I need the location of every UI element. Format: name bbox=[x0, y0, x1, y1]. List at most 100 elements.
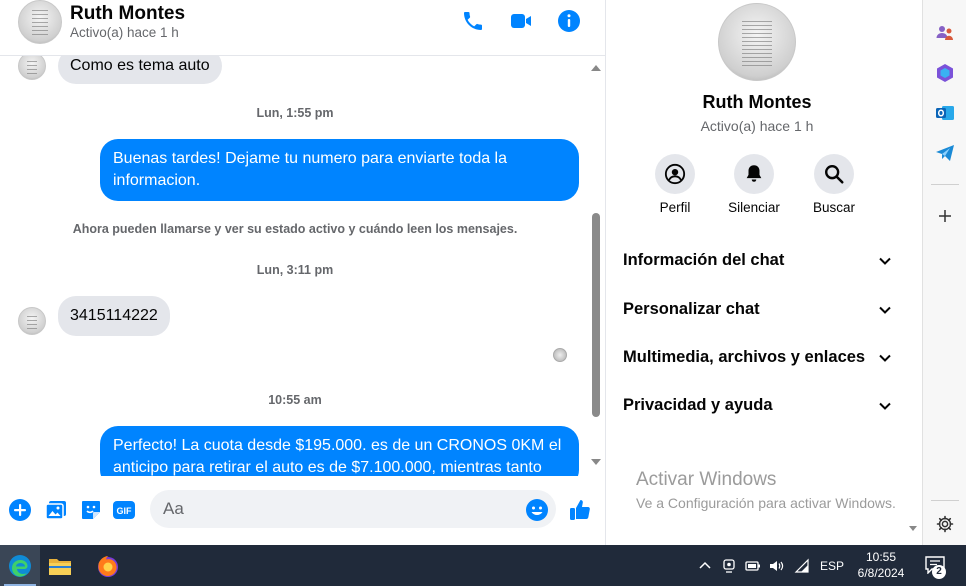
notification-count-badge: 2 bbox=[932, 565, 946, 579]
folder-icon bbox=[49, 558, 71, 575]
scroll-up-arrow[interactable] bbox=[591, 65, 601, 71]
conversation-info-panel: Ruth Montes Activo(a) hace 1 h Perfil Si… bbox=[606, 0, 908, 545]
sticker-button[interactable] bbox=[79, 498, 103, 522]
message-list[interactable]: Como es tema auto Lun, 1:55 pm Buenas ta… bbox=[0, 56, 605, 476]
message-timestamp: Lun, 1:55 pm bbox=[256, 106, 334, 120]
audio-call-button[interactable] bbox=[461, 9, 485, 33]
wifi-icon bbox=[794, 558, 810, 574]
network-button[interactable] bbox=[794, 545, 810, 586]
outlook-app-button[interactable] bbox=[935, 103, 955, 123]
outgoing-message[interactable]: Perfecto! La cuota desde $195.000. es de… bbox=[100, 426, 579, 476]
profile-action-label: Perfil bbox=[659, 200, 691, 215]
show-hidden-icons-button[interactable] bbox=[697, 545, 713, 586]
send-app-button[interactable] bbox=[935, 143, 955, 163]
sticker-icon bbox=[82, 501, 100, 519]
svg-text:GIF: GIF bbox=[117, 506, 133, 516]
taskbar-clock[interactable]: 10:55 6/8/2024 bbox=[846, 549, 916, 581]
section-chat-info[interactable]: Información del chat bbox=[623, 247, 893, 277]
message-input[interactable] bbox=[150, 490, 556, 528]
section-label: Privacidad y ayuda bbox=[623, 396, 773, 414]
search-action-label: Buscar bbox=[812, 200, 856, 215]
mute-action-label: Silenciar bbox=[728, 200, 780, 215]
gif-button[interactable]: GIF bbox=[112, 498, 136, 522]
battery-button[interactable] bbox=[745, 545, 761, 586]
chat-column: Ruth Montes Activo(a) hace 1 h Como es t… bbox=[0, 0, 605, 545]
message-timestamp: Lun, 3:11 pm bbox=[256, 263, 334, 277]
copilot-icon bbox=[937, 64, 953, 82]
scroll-down-arrow[interactable] bbox=[591, 459, 601, 465]
plus-icon bbox=[939, 210, 951, 222]
section-media-files-links[interactable]: Multimedia, archivos y enlaces bbox=[623, 344, 893, 374]
firefox-icon bbox=[98, 555, 118, 577]
section-label: Personalizar chat bbox=[623, 300, 760, 318]
edge-browser-icon bbox=[9, 554, 31, 577]
tray-app-button[interactable] bbox=[721, 545, 737, 586]
people-icon bbox=[936, 26, 953, 40]
volume-button[interactable] bbox=[768, 545, 784, 586]
windows-taskbar: ESP 10:55 6/8/2024 2 bbox=[0, 545, 966, 586]
profile-action[interactable]: Perfil bbox=[635, 154, 715, 215]
mute-action[interactable]: Silenciar bbox=[714, 154, 794, 215]
sender-avatar[interactable] bbox=[18, 307, 46, 335]
more-actions-button[interactable] bbox=[8, 498, 32, 522]
input-language: ESP bbox=[820, 558, 845, 573]
emoji-button[interactable] bbox=[525, 498, 549, 522]
chevron-down-icon bbox=[877, 253, 893, 269]
outlook-icon bbox=[936, 106, 954, 120]
chevron-down-icon bbox=[877, 350, 893, 366]
panel-scroll-down-arrow[interactable] bbox=[909, 526, 917, 531]
outgoing-message[interactable]: Buenas tardes! Dejame tu numero para env… bbox=[100, 139, 579, 201]
add-sidebar-app-button[interactable] bbox=[935, 206, 955, 226]
speaker-icon bbox=[768, 558, 784, 574]
gear-icon bbox=[936, 515, 954, 533]
sidebar-separator bbox=[931, 184, 959, 185]
search-icon bbox=[825, 165, 844, 184]
chevron-down-icon bbox=[877, 398, 893, 414]
chevron-down-icon bbox=[877, 302, 893, 318]
people-app-button[interactable] bbox=[935, 23, 955, 43]
contact-status: Activo(a) hace 1 h bbox=[70, 25, 179, 40]
sidebar-separator bbox=[931, 500, 959, 501]
conversation-info-button[interactable] bbox=[557, 9, 581, 33]
section-customize-chat[interactable]: Personalizar chat bbox=[623, 296, 893, 326]
contact-name[interactable]: Ruth Montes bbox=[70, 3, 185, 25]
thumbs-up-icon bbox=[570, 500, 590, 520]
info-icon bbox=[558, 10, 580, 32]
battery-icon bbox=[745, 558, 761, 574]
section-label: Multimedia, archivos y enlaces bbox=[623, 348, 866, 366]
send-like-button[interactable] bbox=[568, 498, 592, 522]
search-action[interactable]: Buscar bbox=[794, 154, 874, 215]
composer: GIF bbox=[0, 478, 605, 545]
clock-time: 10:55 bbox=[865, 550, 897, 564]
activate-windows-title: Activar Windows bbox=[636, 469, 777, 490]
taskbar-file-explorer[interactable] bbox=[40, 545, 80, 586]
taskbar-firefox[interactable] bbox=[88, 545, 128, 586]
phone-icon bbox=[464, 12, 482, 30]
system-notice: Ahora pueden llamarse y ver su estado ac… bbox=[72, 222, 518, 236]
profile-picture[interactable] bbox=[718, 3, 796, 81]
sender-avatar[interactable] bbox=[18, 56, 46, 80]
clock-date: 6/8/2024 bbox=[857, 566, 905, 580]
seen-indicator-avatar bbox=[553, 348, 567, 362]
emoji-icon bbox=[526, 499, 548, 521]
section-label: Información del chat bbox=[623, 251, 785, 269]
incoming-message[interactable]: 3415114222 bbox=[58, 296, 170, 336]
scrollbar-thumb[interactable] bbox=[592, 213, 600, 417]
video-camera-icon bbox=[511, 14, 531, 28]
copilot-app-button[interactable] bbox=[935, 63, 955, 83]
input-language-button[interactable]: ESP bbox=[820, 545, 844, 586]
plus-circle-icon bbox=[9, 499, 31, 521]
message-timestamp: 10:55 am bbox=[268, 393, 322, 407]
sidebar-settings-button[interactable] bbox=[935, 514, 955, 534]
bell-icon bbox=[746, 165, 762, 182]
panel-contact-name: Ruth Montes bbox=[702, 92, 812, 112]
browser-sidebar bbox=[922, 0, 966, 545]
attach-image-button[interactable] bbox=[44, 498, 68, 522]
gif-icon: GIF bbox=[113, 501, 135, 519]
taskbar-edge-browser[interactable] bbox=[0, 545, 40, 586]
video-call-button[interactable] bbox=[509, 9, 533, 33]
contact-avatar[interactable] bbox=[18, 0, 62, 44]
incoming-message[interactable]: Como es tema auto bbox=[58, 56, 222, 84]
section-privacy-help[interactable]: Privacidad y ayuda bbox=[623, 392, 893, 422]
chevron-up-icon bbox=[697, 558, 713, 574]
